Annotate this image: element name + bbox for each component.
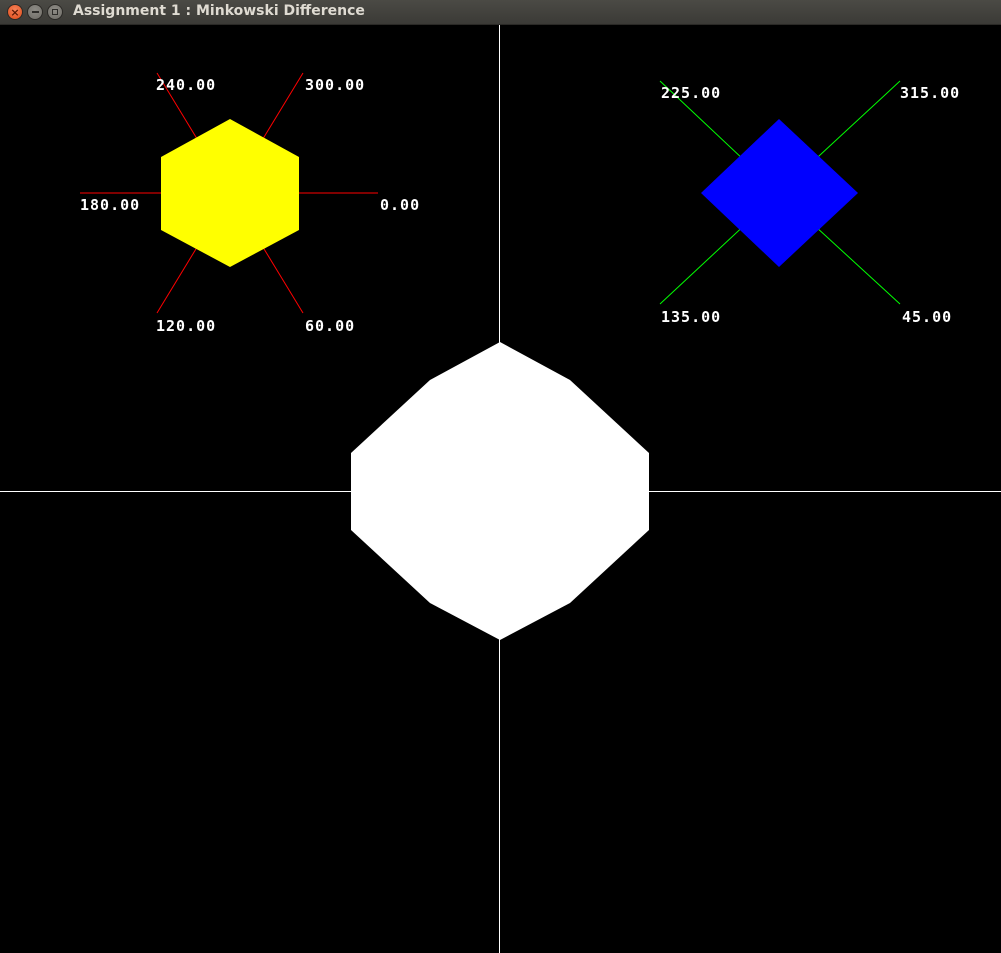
label-120: 120.00	[156, 317, 216, 335]
label-135: 135.00	[661, 308, 721, 326]
maximize-icon	[52, 9, 58, 15]
label-60: 60.00	[305, 317, 355, 335]
label-315: 315.00	[900, 84, 960, 102]
label-240: 240.00	[156, 76, 216, 94]
label-225: 225.00	[661, 84, 721, 102]
minimize-icon	[31, 11, 39, 13]
maximize-button[interactable]	[47, 4, 63, 20]
close-button[interactable]: ×	[7, 4, 23, 20]
label-180: 180.00	[80, 196, 140, 214]
window-title: Assignment 1 : Minkowski Difference	[73, 3, 365, 19]
window-titlebar[interactable]: × Assignment 1 : Minkowski Difference	[0, 0, 1001, 25]
app-window: × Assignment 1 : Minkowski Difference 24…	[0, 0, 1001, 953]
label-300: 300.00	[305, 76, 365, 94]
label-45: 45.00	[902, 308, 952, 326]
minimize-button[interactable]	[27, 4, 43, 20]
label-0: 0.00	[380, 196, 420, 214]
close-icon: ×	[10, 5, 20, 19]
drawing-canvas: 240.00 300.00 180.00 0.00 120.00 60.00 2…	[0, 25, 1001, 953]
